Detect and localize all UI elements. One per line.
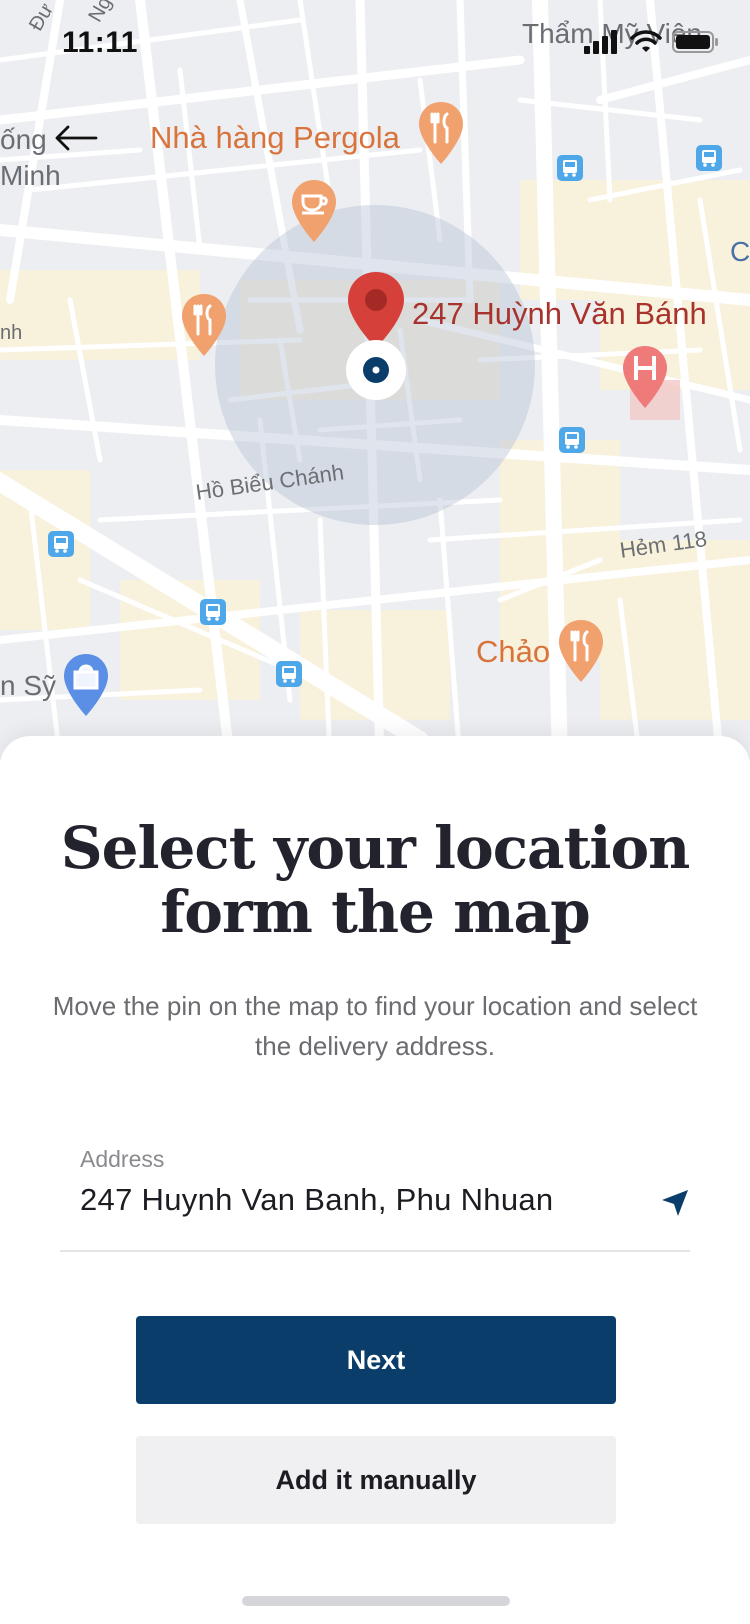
- map-edge-label: Minh: [0, 160, 61, 191]
- home-indicator: [242, 1596, 510, 1606]
- current-location-marker-icon: [346, 340, 406, 400]
- title-line-2: form the map: [160, 878, 590, 946]
- cafe-pin-icon[interactable]: [290, 178, 338, 244]
- page-title: Select your location form the map: [0, 816, 750, 944]
- navigation-arrow-icon[interactable]: [660, 1188, 690, 1218]
- map-edge-label: ống: [0, 124, 47, 155]
- restaurant-pin-icon[interactable]: [180, 292, 228, 358]
- cellular-signal-icon: [584, 30, 617, 54]
- next-button[interactable]: Next: [136, 1316, 616, 1404]
- bus-stop-icon[interactable]: [695, 144, 723, 172]
- bus-stop-icon[interactable]: [199, 598, 227, 626]
- page-subtitle: Move the pin on the map to find your loc…: [52, 991, 698, 1061]
- restaurant-pin-icon[interactable]: [417, 100, 465, 166]
- status-time: 11:11: [62, 26, 138, 59]
- wifi-icon: [630, 30, 662, 52]
- bus-stop-icon[interactable]: [556, 154, 584, 182]
- status-icons: [584, 30, 720, 54]
- bus-stop-icon[interactable]: [275, 660, 303, 688]
- arrow-left-icon: [55, 125, 98, 151]
- address-value[interactable]: 247 Huynh Van Banh, Phu Nhuan: [80, 1182, 553, 1218]
- hospital-pin-icon[interactable]: [621, 344, 669, 410]
- bus-stop-icon[interactable]: [558, 426, 586, 454]
- restaurant-pin-icon[interactable]: [557, 618, 605, 684]
- title-line-1: Select your location: [60, 814, 691, 882]
- status-bar: 11:11: [0, 0, 750, 90]
- restaurant-pergola-label[interactable]: Nhà hàng Pergola: [150, 120, 400, 156]
- back-button[interactable]: [50, 118, 102, 158]
- location-sheet: Select your location form the map Move t…: [0, 736, 750, 1624]
- address-label: Address: [80, 1146, 165, 1172]
- shopping-pin-icon[interactable]: [62, 652, 110, 718]
- add-manually-button[interactable]: Add it manually: [136, 1436, 616, 1524]
- map-view[interactable]: Nhà hàng Pergola 247 Huỳnh Văn Bánh Hồ B…: [0, 0, 750, 760]
- map-edge-label: C: [730, 236, 750, 267]
- battery-icon: [672, 31, 718, 53]
- map-edge-label: n Sỹ: [0, 670, 57, 701]
- restaurant-chao-label[interactable]: Chảo: [476, 634, 550, 670]
- selected-address-label: 247 Huỳnh Văn Bánh: [412, 296, 707, 331]
- bus-stop-icon[interactable]: [47, 530, 75, 558]
- map-edge-label: nh: [0, 322, 23, 344]
